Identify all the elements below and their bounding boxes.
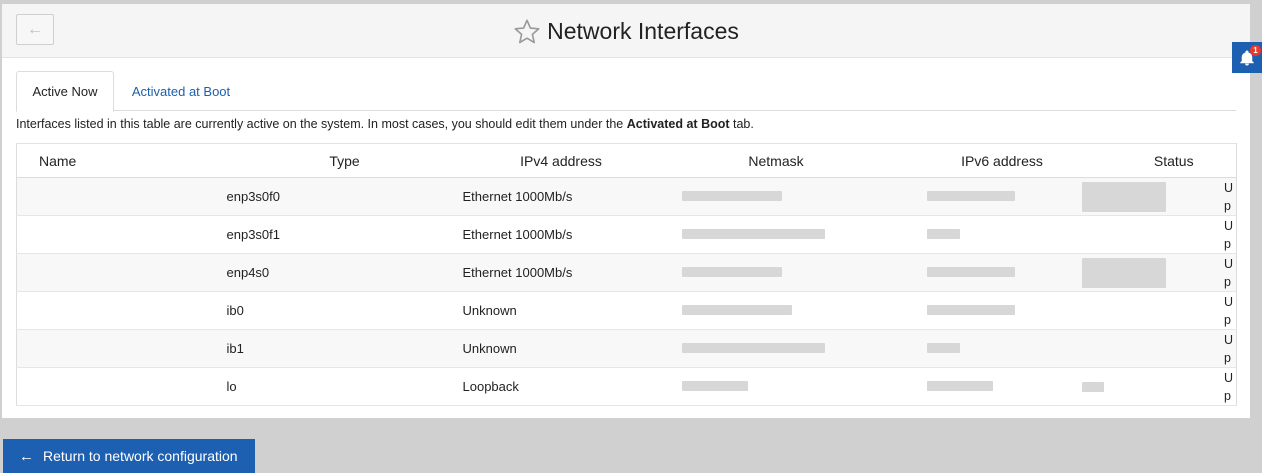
interfaces-table: Name Type IPv4 address Netmask IPv6 addr… xyxy=(16,143,1237,406)
status-cell: Up xyxy=(1111,291,1237,330)
table-header-row: Name Type IPv4 address Netmask IPv6 addr… xyxy=(16,143,1237,178)
column-header-ipv6[interactable]: IPv6 address xyxy=(892,143,1112,178)
tab-label: Activated at Boot xyxy=(131,83,231,99)
return-button-label: Return to network configuration xyxy=(43,448,238,464)
ipv4-cell: Ethernet 1000Mb/s xyxy=(462,253,660,292)
status-text: Up xyxy=(1224,218,1234,251)
description-bold: Activated at Boot xyxy=(626,117,730,131)
name-cell xyxy=(16,291,227,330)
status-text: Up xyxy=(1224,256,1234,289)
type-cell[interactable]: ib1 xyxy=(226,329,463,368)
type-cell[interactable]: ib0 xyxy=(226,291,463,330)
status-cell: Up xyxy=(1111,329,1237,368)
table-row[interactable]: lo Loopback Up xyxy=(16,367,1237,406)
type-cell[interactable]: enp4s0 xyxy=(226,253,463,292)
type-cell[interactable]: lo xyxy=(226,367,463,406)
table-row[interactable]: ib1 Unknown Up xyxy=(16,329,1237,368)
netmask-cell xyxy=(659,253,893,292)
table-row[interactable]: ib0 Unknown Up xyxy=(16,291,1237,330)
status-cell: Up xyxy=(1081,253,1237,292)
netmask-cell xyxy=(659,291,893,330)
name-cell xyxy=(16,215,227,254)
ipv6-cell xyxy=(892,177,1112,216)
status-text: Up xyxy=(1224,294,1234,327)
ipv4-cell: Unknown xyxy=(462,291,660,330)
title-wrap: Network Interfaces xyxy=(2,4,1250,58)
ipv6-cell xyxy=(892,329,1112,368)
arrow-left-icon: ← xyxy=(19,447,34,465)
description-tail: tab. xyxy=(729,117,754,131)
return-to-network-configuration-button[interactable]: ← Return to network configuration xyxy=(3,439,255,473)
column-header-status[interactable]: Status xyxy=(1111,143,1237,178)
name-cell xyxy=(16,329,227,368)
status-cell: Up xyxy=(1081,177,1237,216)
column-header-name[interactable]: Name xyxy=(16,143,227,178)
ipv6-cell xyxy=(892,367,1112,406)
netmask-cell xyxy=(659,177,893,216)
status-text: Up xyxy=(1224,332,1234,365)
ipv6-cell xyxy=(892,291,1112,330)
name-cell xyxy=(16,253,227,292)
column-header-netmask[interactable]: Netmask xyxy=(659,143,893,178)
column-header-ipv4[interactable]: IPv4 address xyxy=(462,143,660,178)
name-cell xyxy=(16,367,227,406)
tab-bar: Active Now Activated at Boot xyxy=(16,71,1236,112)
ipv4-cell: Loopback xyxy=(462,367,660,406)
status-text: Up xyxy=(1224,370,1234,403)
main-panel: ← Network Interfaces Active Now Activate… xyxy=(2,4,1250,418)
notifications-button[interactable]: 1 xyxy=(1232,42,1262,73)
star-outline-icon[interactable] xyxy=(513,18,541,46)
tab-active-now[interactable]: Active Now xyxy=(16,71,114,112)
netmask-cell xyxy=(659,329,893,368)
table-description: Interfaces listed in this table are curr… xyxy=(16,117,754,131)
table-row[interactable]: enp3s0f1 Ethernet 1000Mb/s Up xyxy=(16,215,1237,254)
notification-count-badge: 1 xyxy=(1250,45,1261,56)
page-header: ← Network Interfaces xyxy=(2,4,1250,58)
page-title: Network Interfaces xyxy=(547,17,739,44)
ipv4-cell: Ethernet 1000Mb/s xyxy=(462,215,660,254)
name-cell xyxy=(16,177,227,216)
tab-activated-at-boot[interactable]: Activated at Boot xyxy=(122,71,240,111)
tab-label: Active Now xyxy=(32,84,98,99)
table-row[interactable]: enp4s0 Ethernet 1000Mb/s Up xyxy=(16,253,1237,292)
status-text: Up xyxy=(1224,180,1234,213)
ipv6-cell xyxy=(892,215,1112,254)
netmask-cell xyxy=(659,367,893,406)
type-cell[interactable]: enp3s0f0 xyxy=(226,177,463,216)
status-cell: Up xyxy=(1111,215,1237,254)
netmask-cell xyxy=(659,215,893,254)
ipv4-cell: Ethernet 1000Mb/s xyxy=(462,177,660,216)
type-cell[interactable]: enp3s0f1 xyxy=(226,215,463,254)
table-row[interactable]: enp3s0f0 Ethernet 1000Mb/s Up xyxy=(16,177,1237,216)
ipv6-cell xyxy=(892,253,1112,292)
column-header-type[interactable]: Type xyxy=(226,143,463,178)
status-cell: Up xyxy=(1081,367,1237,406)
ipv4-cell: Unknown xyxy=(462,329,660,368)
description-text: Interfaces listed in this table are curr… xyxy=(16,117,627,131)
